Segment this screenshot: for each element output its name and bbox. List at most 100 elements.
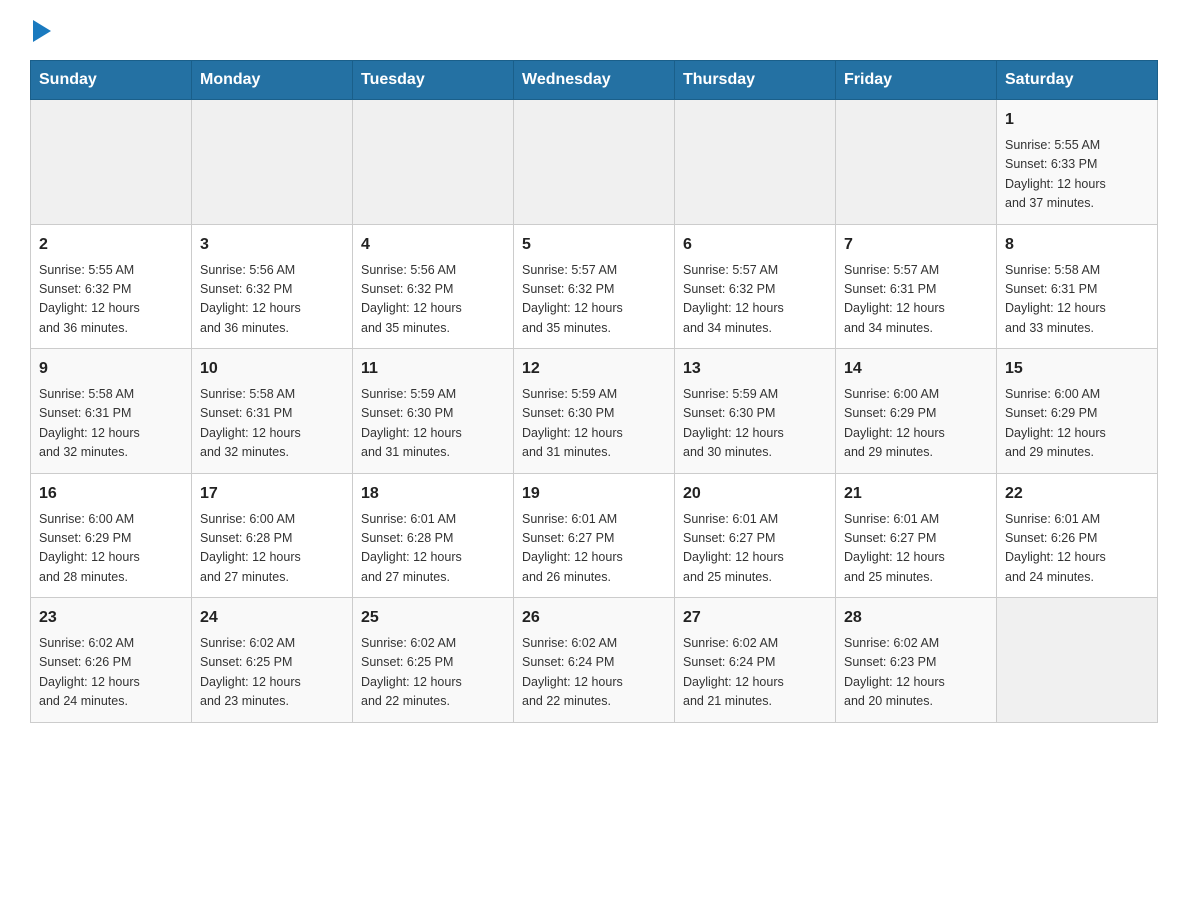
day-number: 17 xyxy=(200,482,344,506)
calendar-day-cell xyxy=(675,100,836,225)
day-number: 14 xyxy=(844,357,988,381)
calendar-day-cell: 23Sunrise: 6:02 AM Sunset: 6:26 PM Dayli… xyxy=(31,598,192,723)
day-number: 18 xyxy=(361,482,505,506)
day-info: Sunrise: 6:00 AM Sunset: 6:29 PM Dayligh… xyxy=(39,510,183,588)
calendar-day-cell: 18 Sunrise: 6:01 AM Sunset: 6:28 PM Dayli… xyxy=(353,473,514,598)
day-info: Sunrise: 6:02 AM Sunset: 6:25 PM Dayligh… xyxy=(361,634,505,712)
calendar-header-row: SundayMondayTuesdayWednesdayThursdayFrid… xyxy=(31,61,1158,100)
day-info: Sunrise: 5:56 AM Sunset: 6:32 PM Dayligh… xyxy=(361,261,505,339)
day-info: Sunrise: 5:57 AM Sunset: 6:32 PM Dayligh… xyxy=(683,261,827,339)
day-info: Sunrise: 5:57 AM Sunset: 6:32 PM Dayligh… xyxy=(522,261,666,339)
calendar-week-row: 16 Sunrise: 6:00 AM Sunset: 6:29 PM Dayli… xyxy=(31,473,1158,598)
day-of-week-header: Friday xyxy=(836,61,997,100)
day-number: 19 xyxy=(522,482,666,506)
calendar-day-cell xyxy=(997,598,1158,723)
day-number: 12 xyxy=(522,357,666,381)
calendar-day-cell: 14 Sunrise: 6:00 AM Sunset: 6:29 PM Dayli… xyxy=(836,349,997,474)
calendar-day-cell: 4 Sunrise: 5:56 AM Sunset: 6:32 PM Daylig… xyxy=(353,224,514,349)
day-number: 6 xyxy=(683,233,827,257)
day-number: 5 xyxy=(522,233,666,257)
day-number: 3 xyxy=(200,233,344,257)
calendar-day-cell: 10 Sunrise: 5:58 AM Sunset: 6:31 PM Dayli… xyxy=(192,349,353,474)
day-info: Sunrise: 6:01 AM Sunset: 6:27 PM Dayligh… xyxy=(522,510,666,588)
calendar-day-cell xyxy=(353,100,514,225)
calendar-week-row: 23Sunrise: 6:02 AM Sunset: 6:26 PM Dayli… xyxy=(31,598,1158,723)
day-number: 7 xyxy=(844,233,988,257)
calendar-day-cell: 13 Sunrise: 5:59 AM Sunset: 6:30 PM Dayli… xyxy=(675,349,836,474)
day-info: Sunrise: 6:02 AM Sunset: 6:24 PM Dayligh… xyxy=(522,634,666,712)
day-info: Sunrise: 5:58 AM Sunset: 6:31 PM Dayligh… xyxy=(39,385,183,463)
day-number: 23 xyxy=(39,606,183,630)
calendar-day-cell: 7 Sunrise: 5:57 AM Sunset: 6:31 PM Daylig… xyxy=(836,224,997,349)
day-info: Sunrise: 5:58 AM Sunset: 6:31 PM Dayligh… xyxy=(1005,261,1149,339)
calendar-day-cell: 27 Sunrise: 6:02 AM Sunset: 6:24 PM Dayli… xyxy=(675,598,836,723)
day-number: 27 xyxy=(683,606,827,630)
calendar-day-cell: 25 Sunrise: 6:02 AM Sunset: 6:25 PM Dayli… xyxy=(353,598,514,723)
calendar-day-cell: 15 Sunrise: 6:00 AM Sunset: 6:29 PM Dayli… xyxy=(997,349,1158,474)
day-info: Sunrise: 5:59 AM Sunset: 6:30 PM Dayligh… xyxy=(683,385,827,463)
logo-triangle-icon xyxy=(33,20,51,42)
calendar-week-row: 2 Sunrise: 5:55 AM Sunset: 6:32 PM Daylig… xyxy=(31,224,1158,349)
calendar-day-cell xyxy=(836,100,997,225)
calendar-day-cell: 5 Sunrise: 5:57 AM Sunset: 6:32 PM Daylig… xyxy=(514,224,675,349)
day-number: 21 xyxy=(844,482,988,506)
day-number: 2 xyxy=(39,233,183,257)
calendar-day-cell xyxy=(31,100,192,225)
calendar-day-cell xyxy=(514,100,675,225)
day-number: 9 xyxy=(39,357,183,381)
day-number: 24 xyxy=(200,606,344,630)
day-number: 25 xyxy=(361,606,505,630)
day-of-week-header: Thursday xyxy=(675,61,836,100)
calendar-day-cell: 12 Sunrise: 5:59 AM Sunset: 6:30 PM Dayli… xyxy=(514,349,675,474)
calendar-day-cell: 24Sunrise: 6:02 AM Sunset: 6:25 PM Dayli… xyxy=(192,598,353,723)
day-info: Sunrise: 6:02 AM Sunset: 6:24 PM Dayligh… xyxy=(683,634,827,712)
day-info: Sunrise: 5:58 AM Sunset: 6:31 PM Dayligh… xyxy=(200,385,344,463)
day-info: Sunrise: 6:01 AM Sunset: 6:28 PM Dayligh… xyxy=(361,510,505,588)
day-info: Sunrise: 6:00 AM Sunset: 6:28 PM Dayligh… xyxy=(200,510,344,588)
day-number: 20 xyxy=(683,482,827,506)
calendar-day-cell: 20 Sunrise: 6:01 AM Sunset: 6:27 PM Dayli… xyxy=(675,473,836,598)
day-number: 8 xyxy=(1005,233,1149,257)
calendar-day-cell xyxy=(192,100,353,225)
day-of-week-header: Saturday xyxy=(997,61,1158,100)
calendar-table: SundayMondayTuesdayWednesdayThursdayFrid… xyxy=(30,60,1158,723)
day-info: Sunrise: 6:00 AM Sunset: 6:29 PM Dayligh… xyxy=(1005,385,1149,463)
day-info: Sunrise: 6:01 AM Sunset: 6:27 PM Dayligh… xyxy=(683,510,827,588)
day-number: 1 xyxy=(1005,108,1149,132)
day-number: 26 xyxy=(522,606,666,630)
calendar-day-cell: 22 Sunrise: 6:01 AM Sunset: 6:26 PM Dayli… xyxy=(997,473,1158,598)
calendar-day-cell: 21Sunrise: 6:01 AM Sunset: 6:27 PM Dayli… xyxy=(836,473,997,598)
calendar-day-cell: 26 Sunrise: 6:02 AM Sunset: 6:24 PM Dayli… xyxy=(514,598,675,723)
calendar-week-row: 9 Sunrise: 5:58 AM Sunset: 6:31 PM Daylig… xyxy=(31,349,1158,474)
calendar-week-row: 1 Sunrise: 5:55 AM Sunset: 6:33 PM Daylig… xyxy=(31,100,1158,225)
calendar-day-cell: 19 Sunrise: 6:01 AM Sunset: 6:27 PM Dayli… xyxy=(514,473,675,598)
day-number: 16 xyxy=(39,482,183,506)
logo xyxy=(30,20,51,44)
day-info: Sunrise: 6:00 AM Sunset: 6:29 PM Dayligh… xyxy=(844,385,988,463)
calendar-day-cell: 9 Sunrise: 5:58 AM Sunset: 6:31 PM Daylig… xyxy=(31,349,192,474)
day-info: Sunrise: 5:56 AM Sunset: 6:32 PM Dayligh… xyxy=(200,261,344,339)
day-number: 11 xyxy=(361,357,505,381)
calendar-day-cell: 8 Sunrise: 5:58 AM Sunset: 6:31 PM Daylig… xyxy=(997,224,1158,349)
day-number: 28 xyxy=(844,606,988,630)
day-number: 13 xyxy=(683,357,827,381)
calendar-day-cell: 28Sunrise: 6:02 AM Sunset: 6:23 PM Dayli… xyxy=(836,598,997,723)
calendar-day-cell: 1 Sunrise: 5:55 AM Sunset: 6:33 PM Daylig… xyxy=(997,100,1158,225)
day-of-week-header: Sunday xyxy=(31,61,192,100)
day-info: Sunrise: 5:55 AM Sunset: 6:32 PM Dayligh… xyxy=(39,261,183,339)
day-number: 15 xyxy=(1005,357,1149,381)
calendar-day-cell: 6 Sunrise: 5:57 AM Sunset: 6:32 PM Daylig… xyxy=(675,224,836,349)
day-number: 10 xyxy=(200,357,344,381)
day-info: Sunrise: 6:01 AM Sunset: 6:26 PM Dayligh… xyxy=(1005,510,1149,588)
day-info: Sunrise: 5:57 AM Sunset: 6:31 PM Dayligh… xyxy=(844,261,988,339)
day-number: 4 xyxy=(361,233,505,257)
day-info: Sunrise: 5:55 AM Sunset: 6:33 PM Dayligh… xyxy=(1005,136,1149,214)
calendar-day-cell: 11 Sunrise: 5:59 AM Sunset: 6:30 PM Dayli… xyxy=(353,349,514,474)
calendar-day-cell: 2 Sunrise: 5:55 AM Sunset: 6:32 PM Daylig… xyxy=(31,224,192,349)
day-number: 22 xyxy=(1005,482,1149,506)
day-of-week-header: Tuesday xyxy=(353,61,514,100)
calendar-day-cell: 16 Sunrise: 6:00 AM Sunset: 6:29 PM Dayli… xyxy=(31,473,192,598)
day-info: Sunrise: 5:59 AM Sunset: 6:30 PM Dayligh… xyxy=(522,385,666,463)
day-of-week-header: Monday xyxy=(192,61,353,100)
day-info: Sunrise: 5:59 AM Sunset: 6:30 PM Dayligh… xyxy=(361,385,505,463)
